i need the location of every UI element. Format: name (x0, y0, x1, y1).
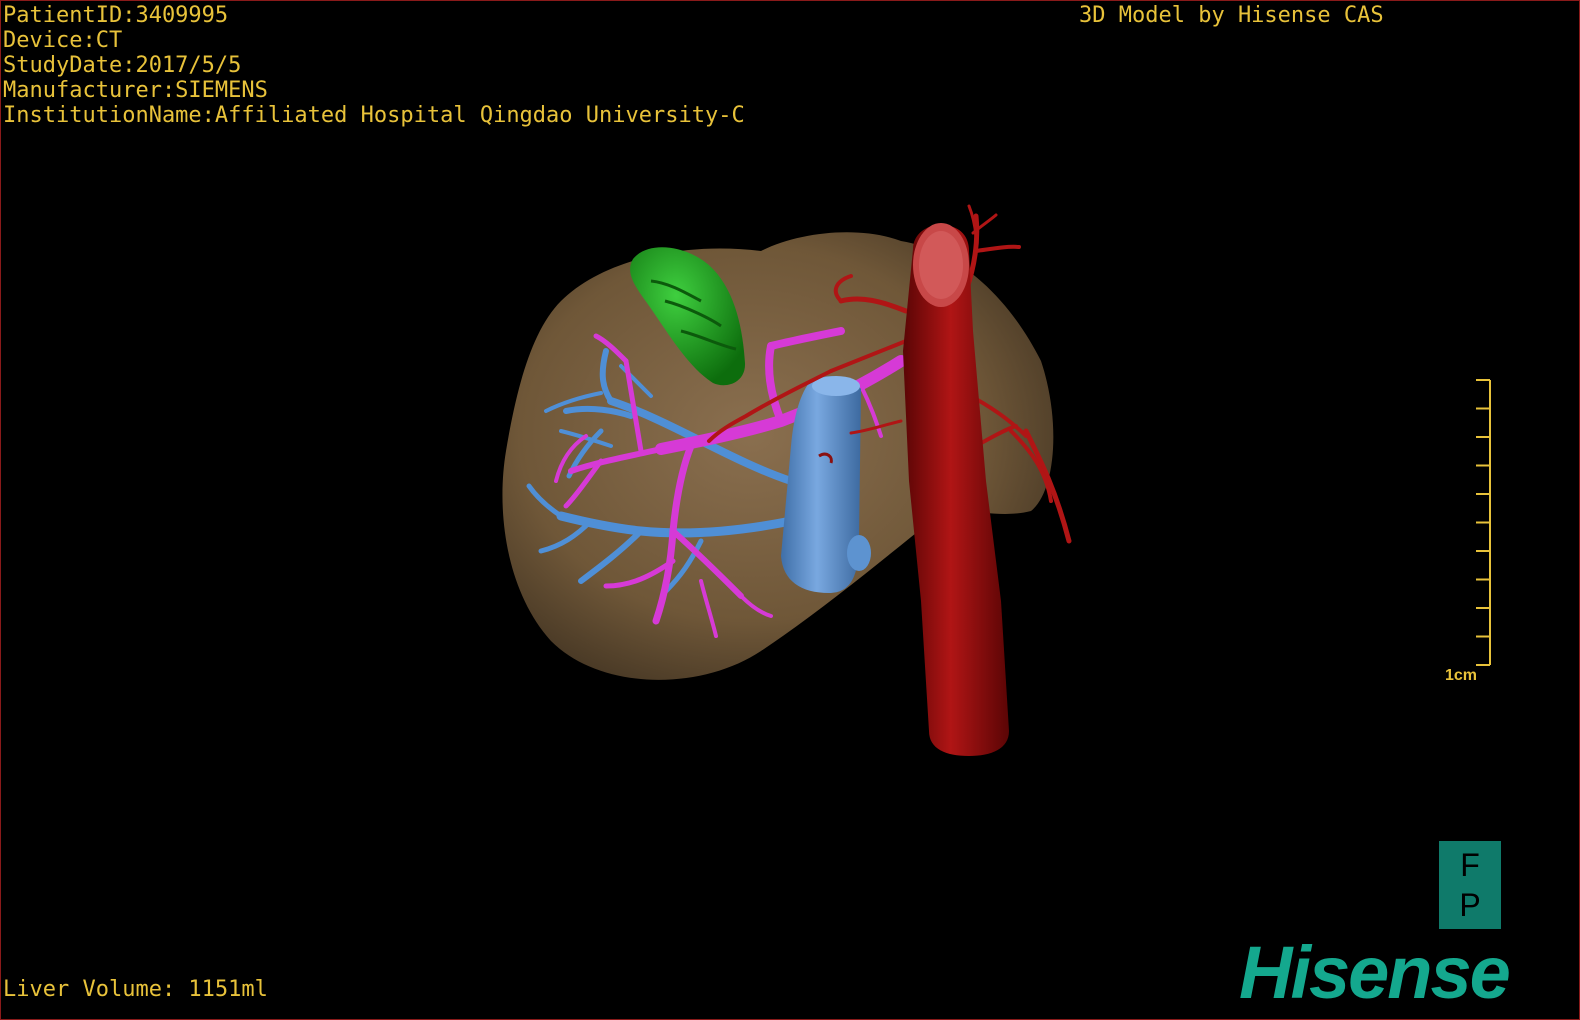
3d-viewport[interactable]: PatientID:3409995 Device:CT StudyDate:20… (0, 0, 1580, 1020)
orientation-bottom-label: P (1459, 887, 1481, 923)
orientation-top-label: F (1460, 847, 1480, 883)
device: Device:CT (3, 28, 123, 53)
institution-name: InstitutionName:Affiliated Hospital Qing… (3, 103, 745, 128)
scale-label: 1cm (1445, 667, 1478, 684)
liver-3d-model[interactable] (1, 1, 1579, 1019)
hisense-logo: Hisense (1239, 931, 1511, 1014)
patient-id: PatientID:3409995 (3, 3, 229, 28)
scale-bar (1476, 379, 1491, 666)
liver-volume: Liver Volume: 1151ml (3, 977, 268, 1002)
orientation-indicator[interactable]: F P (1439, 841, 1501, 929)
study-date: StudyDate:2017/5/5 (3, 53, 242, 78)
manufacturer: Manufacturer:SIEMENS (3, 78, 268, 103)
patient-info-overlay: PatientID:3409995 Device:CT StudyDate:20… (3, 3, 745, 128)
model-credit: 3D Model by Hisense CAS (1079, 3, 1384, 28)
